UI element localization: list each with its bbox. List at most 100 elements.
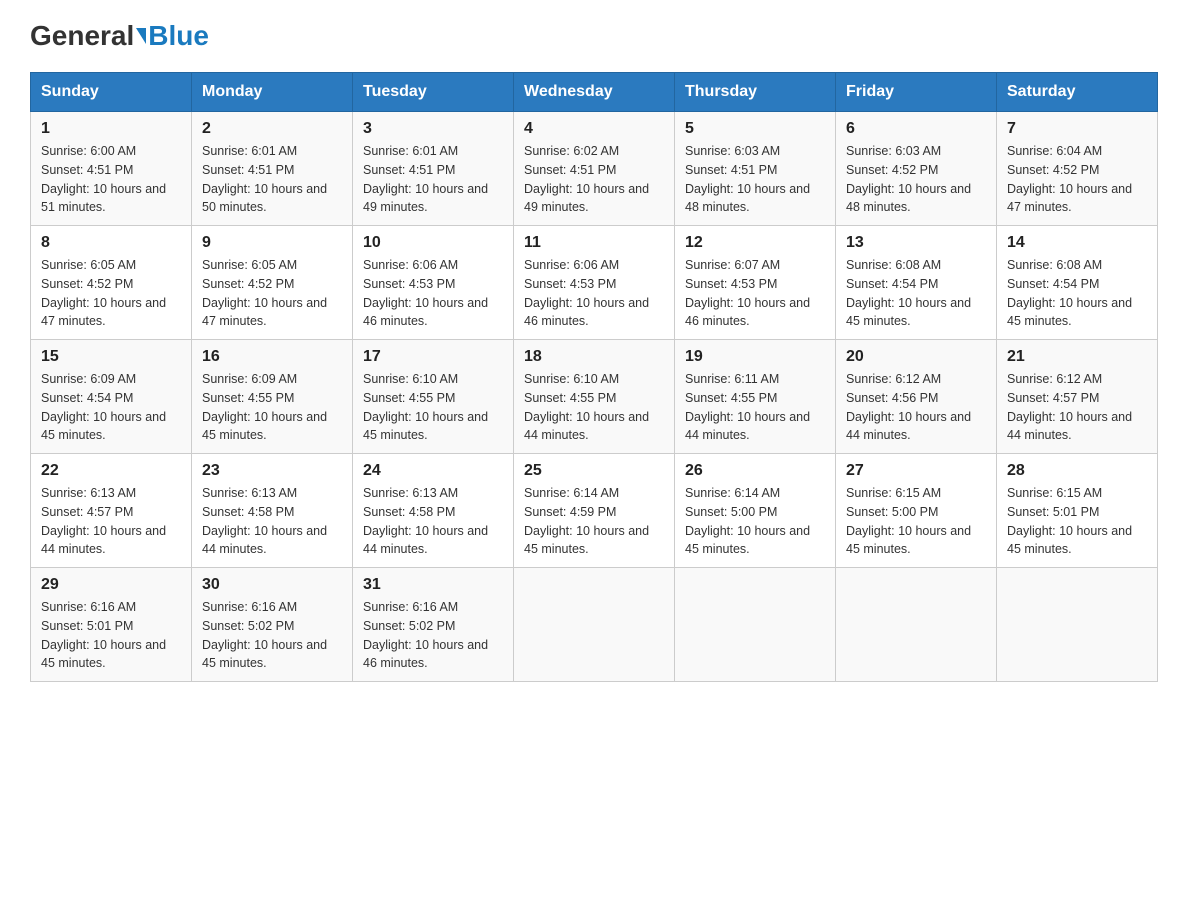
calendar-day: 6 Sunrise: 6:03 AM Sunset: 4:52 PM Dayli… <box>836 112 997 226</box>
calendar-day: 24 Sunrise: 6:13 AM Sunset: 4:58 PM Dayl… <box>353 454 514 568</box>
day-info: Sunrise: 6:14 AM Sunset: 5:00 PM Dayligh… <box>685 484 825 559</box>
day-number: 26 <box>685 462 825 480</box>
day-number: 22 <box>41 462 181 480</box>
calendar-day: 30 Sunrise: 6:16 AM Sunset: 5:02 PM Dayl… <box>192 568 353 682</box>
calendar-day: 18 Sunrise: 6:10 AM Sunset: 4:55 PM Dayl… <box>514 340 675 454</box>
day-number: 7 <box>1007 120 1147 138</box>
calendar-day: 10 Sunrise: 6:06 AM Sunset: 4:53 PM Dayl… <box>353 226 514 340</box>
day-info: Sunrise: 6:03 AM Sunset: 4:51 PM Dayligh… <box>685 142 825 217</box>
calendar-day: 3 Sunrise: 6:01 AM Sunset: 4:51 PM Dayli… <box>353 112 514 226</box>
day-number: 30 <box>202 576 342 594</box>
day-info: Sunrise: 6:16 AM Sunset: 5:02 PM Dayligh… <box>202 598 342 673</box>
calendar-day: 22 Sunrise: 6:13 AM Sunset: 4:57 PM Dayl… <box>31 454 192 568</box>
day-number: 19 <box>685 348 825 366</box>
calendar-day: 28 Sunrise: 6:15 AM Sunset: 5:01 PM Dayl… <box>997 454 1158 568</box>
day-info: Sunrise: 6:12 AM Sunset: 4:57 PM Dayligh… <box>1007 370 1147 445</box>
day-info: Sunrise: 6:00 AM Sunset: 4:51 PM Dayligh… <box>41 142 181 217</box>
day-info: Sunrise: 6:13 AM Sunset: 4:58 PM Dayligh… <box>202 484 342 559</box>
day-number: 28 <box>1007 462 1147 480</box>
day-number: 31 <box>363 576 503 594</box>
calendar-day: 26 Sunrise: 6:14 AM Sunset: 5:00 PM Dayl… <box>675 454 836 568</box>
day-number: 13 <box>846 234 986 252</box>
day-info: Sunrise: 6:16 AM Sunset: 5:02 PM Dayligh… <box>363 598 503 673</box>
calendar-day: 9 Sunrise: 6:05 AM Sunset: 4:52 PM Dayli… <box>192 226 353 340</box>
calendar-day: 1 Sunrise: 6:00 AM Sunset: 4:51 PM Dayli… <box>31 112 192 226</box>
day-number: 12 <box>685 234 825 252</box>
header-cell-monday: Monday <box>192 73 353 112</box>
day-number: 6 <box>846 120 986 138</box>
calendar-day: 12 Sunrise: 6:07 AM Sunset: 4:53 PM Dayl… <box>675 226 836 340</box>
header-cell-tuesday: Tuesday <box>353 73 514 112</box>
day-info: Sunrise: 6:01 AM Sunset: 4:51 PM Dayligh… <box>202 142 342 217</box>
day-info: Sunrise: 6:08 AM Sunset: 4:54 PM Dayligh… <box>846 256 986 331</box>
day-info: Sunrise: 6:10 AM Sunset: 4:55 PM Dayligh… <box>524 370 664 445</box>
calendar-day: 23 Sunrise: 6:13 AM Sunset: 4:58 PM Dayl… <box>192 454 353 568</box>
calendar-week-4: 22 Sunrise: 6:13 AM Sunset: 4:57 PM Dayl… <box>31 454 1158 568</box>
header-row: SundayMondayTuesdayWednesdayThursdayFrid… <box>31 73 1158 112</box>
day-number: 11 <box>524 234 664 252</box>
day-info: Sunrise: 6:03 AM Sunset: 4:52 PM Dayligh… <box>846 142 986 217</box>
day-info: Sunrise: 6:13 AM Sunset: 4:58 PM Dayligh… <box>363 484 503 559</box>
day-number: 27 <box>846 462 986 480</box>
day-info: Sunrise: 6:06 AM Sunset: 4:53 PM Dayligh… <box>363 256 503 331</box>
calendar-day: 7 Sunrise: 6:04 AM Sunset: 4:52 PM Dayli… <box>997 112 1158 226</box>
day-number: 14 <box>1007 234 1147 252</box>
day-number: 8 <box>41 234 181 252</box>
day-number: 1 <box>41 120 181 138</box>
header-cell-wednesday: Wednesday <box>514 73 675 112</box>
day-number: 9 <box>202 234 342 252</box>
header-cell-saturday: Saturday <box>997 73 1158 112</box>
day-number: 15 <box>41 348 181 366</box>
calendar-table: SundayMondayTuesdayWednesdayThursdayFrid… <box>30 72 1158 682</box>
calendar-day: 31 Sunrise: 6:16 AM Sunset: 5:02 PM Dayl… <box>353 568 514 682</box>
day-info: Sunrise: 6:05 AM Sunset: 4:52 PM Dayligh… <box>202 256 342 331</box>
calendar-day: 25 Sunrise: 6:14 AM Sunset: 4:59 PM Dayl… <box>514 454 675 568</box>
calendar-day: 15 Sunrise: 6:09 AM Sunset: 4:54 PM Dayl… <box>31 340 192 454</box>
header-cell-sunday: Sunday <box>31 73 192 112</box>
calendar-day: 2 Sunrise: 6:01 AM Sunset: 4:51 PM Dayli… <box>192 112 353 226</box>
day-number: 3 <box>363 120 503 138</box>
calendar-day: 17 Sunrise: 6:10 AM Sunset: 4:55 PM Dayl… <box>353 340 514 454</box>
calendar-day: 16 Sunrise: 6:09 AM Sunset: 4:55 PM Dayl… <box>192 340 353 454</box>
day-number: 18 <box>524 348 664 366</box>
day-info: Sunrise: 6:10 AM Sunset: 4:55 PM Dayligh… <box>363 370 503 445</box>
calendar-header: SundayMondayTuesdayWednesdayThursdayFrid… <box>31 73 1158 112</box>
day-info: Sunrise: 6:11 AM Sunset: 4:55 PM Dayligh… <box>685 370 825 445</box>
calendar-day: 13 Sunrise: 6:08 AM Sunset: 4:54 PM Dayl… <box>836 226 997 340</box>
day-info: Sunrise: 6:15 AM Sunset: 5:00 PM Dayligh… <box>846 484 986 559</box>
calendar-day: 8 Sunrise: 6:05 AM Sunset: 4:52 PM Dayli… <box>31 226 192 340</box>
calendar-day: 29 Sunrise: 6:16 AM Sunset: 5:01 PM Dayl… <box>31 568 192 682</box>
calendar-week-3: 15 Sunrise: 6:09 AM Sunset: 4:54 PM Dayl… <box>31 340 1158 454</box>
day-info: Sunrise: 6:09 AM Sunset: 4:55 PM Dayligh… <box>202 370 342 445</box>
day-info: Sunrise: 6:01 AM Sunset: 4:51 PM Dayligh… <box>363 142 503 217</box>
calendar-day: 21 Sunrise: 6:12 AM Sunset: 4:57 PM Dayl… <box>997 340 1158 454</box>
day-info: Sunrise: 6:04 AM Sunset: 4:52 PM Dayligh… <box>1007 142 1147 217</box>
day-info: Sunrise: 6:02 AM Sunset: 4:51 PM Dayligh… <box>524 142 664 217</box>
day-number: 10 <box>363 234 503 252</box>
day-info: Sunrise: 6:06 AM Sunset: 4:53 PM Dayligh… <box>524 256 664 331</box>
calendar-day: 20 Sunrise: 6:12 AM Sunset: 4:56 PM Dayl… <box>836 340 997 454</box>
day-info: Sunrise: 6:13 AM Sunset: 4:57 PM Dayligh… <box>41 484 181 559</box>
calendar-week-2: 8 Sunrise: 6:05 AM Sunset: 4:52 PM Dayli… <box>31 226 1158 340</box>
calendar-day: 11 Sunrise: 6:06 AM Sunset: 4:53 PM Dayl… <box>514 226 675 340</box>
day-number: 29 <box>41 576 181 594</box>
day-info: Sunrise: 6:16 AM Sunset: 5:01 PM Dayligh… <box>41 598 181 673</box>
calendar-day: 19 Sunrise: 6:11 AM Sunset: 4:55 PM Dayl… <box>675 340 836 454</box>
calendar-day: 5 Sunrise: 6:03 AM Sunset: 4:51 PM Dayli… <box>675 112 836 226</box>
day-info: Sunrise: 6:14 AM Sunset: 4:59 PM Dayligh… <box>524 484 664 559</box>
logo-triangle-icon <box>136 28 146 44</box>
header-cell-friday: Friday <box>836 73 997 112</box>
logo: GeneralBlue Blue <box>30 20 209 52</box>
page-header: GeneralBlue Blue <box>30 20 1158 52</box>
calendar-day: 27 Sunrise: 6:15 AM Sunset: 5:00 PM Dayl… <box>836 454 997 568</box>
day-info: Sunrise: 6:09 AM Sunset: 4:54 PM Dayligh… <box>41 370 181 445</box>
calendar-day: 14 Sunrise: 6:08 AM Sunset: 4:54 PM Dayl… <box>997 226 1158 340</box>
calendar-body: 1 Sunrise: 6:00 AM Sunset: 4:51 PM Dayli… <box>31 112 1158 682</box>
day-number: 2 <box>202 120 342 138</box>
calendar-day <box>997 568 1158 682</box>
day-number: 17 <box>363 348 503 366</box>
calendar-week-1: 1 Sunrise: 6:00 AM Sunset: 4:51 PM Dayli… <box>31 112 1158 226</box>
day-number: 4 <box>524 120 664 138</box>
calendar-day <box>836 568 997 682</box>
calendar-day <box>514 568 675 682</box>
